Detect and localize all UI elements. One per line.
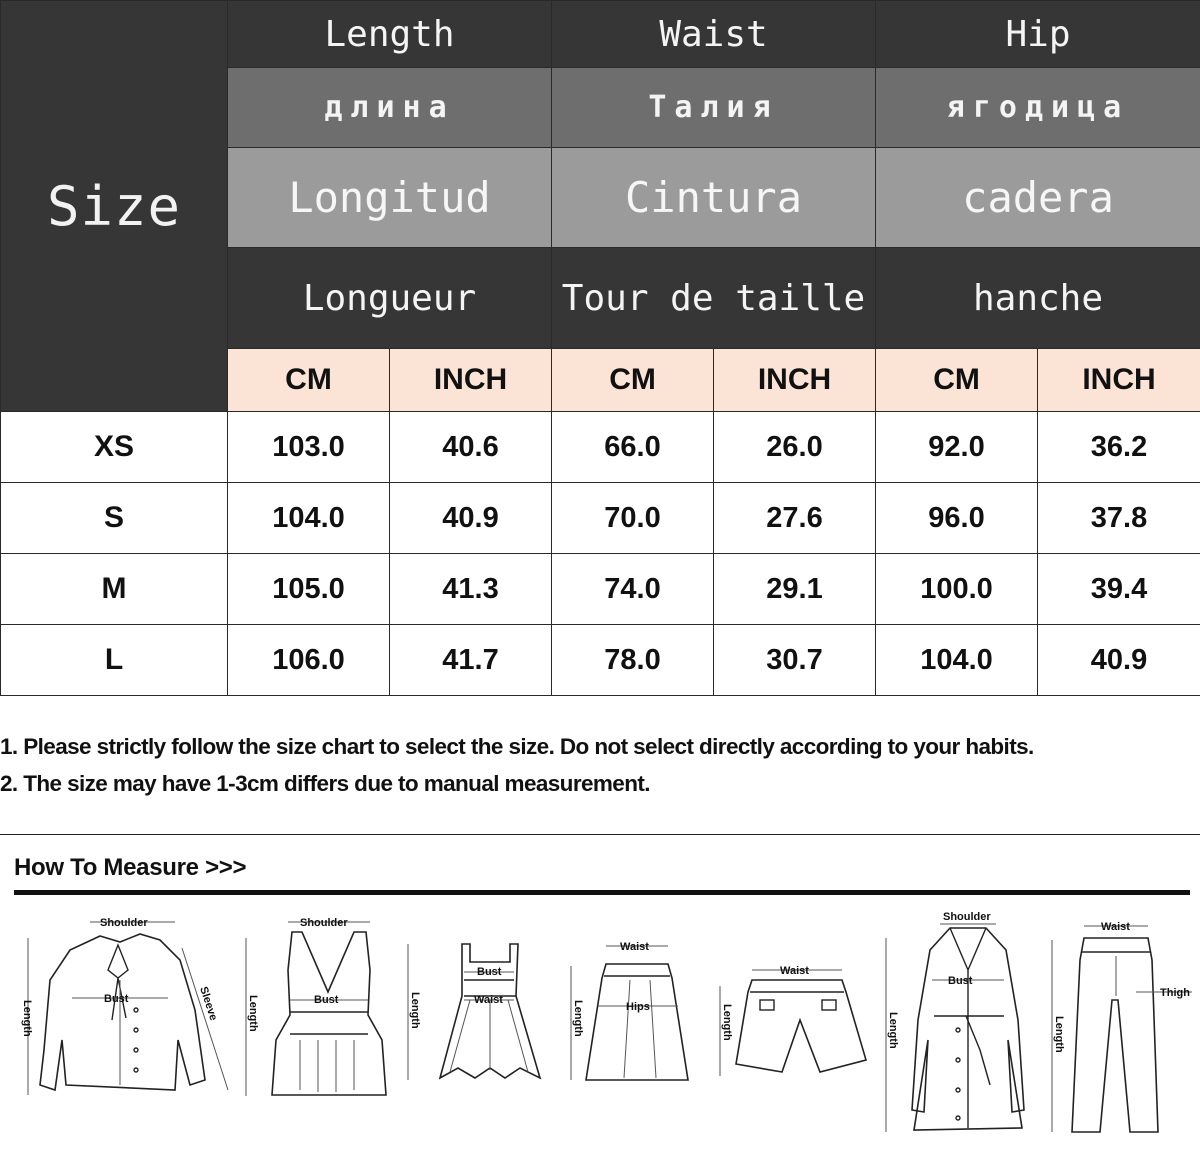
- size-header: Size: [0, 0, 228, 412]
- length-label: Length: [572, 1000, 584, 1037]
- hip-header-en: Hip: [875, 0, 1200, 68]
- unit-header: CM: [227, 348, 390, 412]
- value-cell: 74.0: [551, 553, 715, 625]
- shoulder-label: Shoulder: [943, 911, 991, 923]
- value-cell: 70.0: [551, 482, 715, 554]
- value-cell: 30.7: [713, 624, 877, 696]
- value-cell: 27.6: [713, 482, 877, 554]
- shorts-figure: Waist Length: [719, 965, 868, 1076]
- value-cell: 106.0: [227, 624, 390, 696]
- divider: [0, 834, 1200, 835]
- waist-header-en: Waist: [551, 0, 877, 68]
- size-cell: XS: [0, 411, 228, 483]
- value-cell: 40.9: [1037, 624, 1200, 696]
- size-chart-table: Size Length Waist Hip длина Талия ягодиц…: [0, 0, 1200, 696]
- value-cell: 36.2: [1037, 411, 1200, 483]
- value-cell: 100.0: [875, 553, 1039, 625]
- bust-label: Bust: [948, 975, 973, 987]
- waist-header-ru: Талия: [551, 67, 877, 148]
- how-to-measure-title: How To Measure >>>: [14, 854, 247, 881]
- unit-header: INCH: [713, 348, 877, 412]
- value-cell: 40.9: [388, 482, 553, 554]
- dress-figure: Bust Waist Length: [407, 943, 542, 1080]
- value-cell: 104.0: [875, 624, 1039, 696]
- size-notes: 1. Please strictly follow the size chart…: [0, 728, 1200, 802]
- length-header-es: Longitud: [226, 147, 553, 248]
- bust-label: Bust: [477, 966, 502, 978]
- hip-header-ru: ягодица: [875, 67, 1200, 148]
- tank-top-figure: Shoulder Bust Length: [245, 917, 387, 1096]
- waist-label: Waist: [620, 941, 649, 953]
- value-cell: 26.0: [713, 411, 877, 483]
- unit-header: INCH: [388, 348, 553, 412]
- size-cell: M: [0, 553, 228, 625]
- length-label: Length: [1053, 1016, 1065, 1053]
- value-cell: 41.3: [388, 553, 553, 625]
- length-label: Length: [409, 992, 421, 1029]
- garment-figures: Shoulder Bust Length Sleeve Shoulder Bus…: [21, 911, 1192, 1133]
- skirt-figure: Waist Hips Length: [570, 941, 689, 1081]
- measurement-illustrations: Shoulder Bust Length Sleeve Shoulder Bus…: [0, 900, 1200, 1159]
- length-label: Length: [21, 1000, 33, 1037]
- length-label: Length: [721, 1004, 733, 1041]
- note-line: 1. Please strictly follow the size chart…: [0, 734, 1034, 759]
- table-row: XS 103.0 40.6 66.0 26.0 92.0 36.2: [0, 411, 1200, 483]
- bust-label: Bust: [104, 993, 129, 1005]
- note-line: 2. The size may have 1-3cm differs due t…: [0, 771, 651, 796]
- value-cell: 39.4: [1037, 553, 1200, 625]
- value-cell: 105.0: [227, 553, 390, 625]
- length-header-ru: длина: [226, 67, 553, 148]
- waist-label: Waist: [780, 965, 809, 977]
- table-row: L 106.0 41.7 78.0 30.7 104.0 40.9: [0, 624, 1200, 696]
- value-cell: 41.7: [388, 624, 553, 696]
- length-header-en: Length: [226, 0, 553, 68]
- shoulder-label: Shoulder: [300, 917, 348, 929]
- length-label: Length: [247, 995, 259, 1032]
- shoulder-label: Shoulder: [100, 917, 148, 929]
- value-cell: 37.8: [1037, 482, 1200, 554]
- waist-header-es: Cintura: [551, 147, 877, 248]
- value-cell: 96.0: [875, 482, 1039, 554]
- waist-label: Waist: [474, 994, 503, 1006]
- divider: [14, 890, 1190, 895]
- unit-header: CM: [551, 348, 715, 412]
- value-cell: 104.0: [227, 482, 390, 554]
- table-row: S 104.0 40.9 70.0 27.6 96.0 37.8: [0, 482, 1200, 554]
- hip-header-fr: hanche: [875, 247, 1200, 349]
- table-row: M 105.0 41.3 74.0 29.1 100.0 39.4: [0, 553, 1200, 625]
- length-header-fr: Longueur: [226, 247, 553, 349]
- hip-header-es: cadera: [875, 147, 1200, 248]
- value-cell: 29.1: [713, 553, 877, 625]
- hips-label: Hips: [626, 1001, 650, 1013]
- thigh-label: Thigh: [1160, 987, 1190, 999]
- waist-label: Waist: [1101, 921, 1130, 933]
- bust-label: Bust: [314, 994, 339, 1006]
- unit-header: CM: [875, 348, 1039, 412]
- value-cell: 92.0: [875, 411, 1039, 483]
- value-cell: 40.6: [388, 411, 553, 483]
- length-label: Length: [887, 1012, 899, 1049]
- value-cell: 103.0: [227, 411, 390, 483]
- size-cell: L: [0, 624, 228, 696]
- coat-figure: Shoulder Bust Length: [885, 911, 1025, 1132]
- value-cell: 66.0: [551, 411, 715, 483]
- pants-figure: Waist Thigh Length: [1051, 921, 1192, 1133]
- size-cell: S: [0, 482, 228, 554]
- unit-header: INCH: [1037, 348, 1200, 412]
- waist-header-fr: Tour de taille: [551, 247, 877, 349]
- value-cell: 78.0: [551, 624, 715, 696]
- blouse-figure: Shoulder Bust Length Sleeve: [21, 917, 229, 1095]
